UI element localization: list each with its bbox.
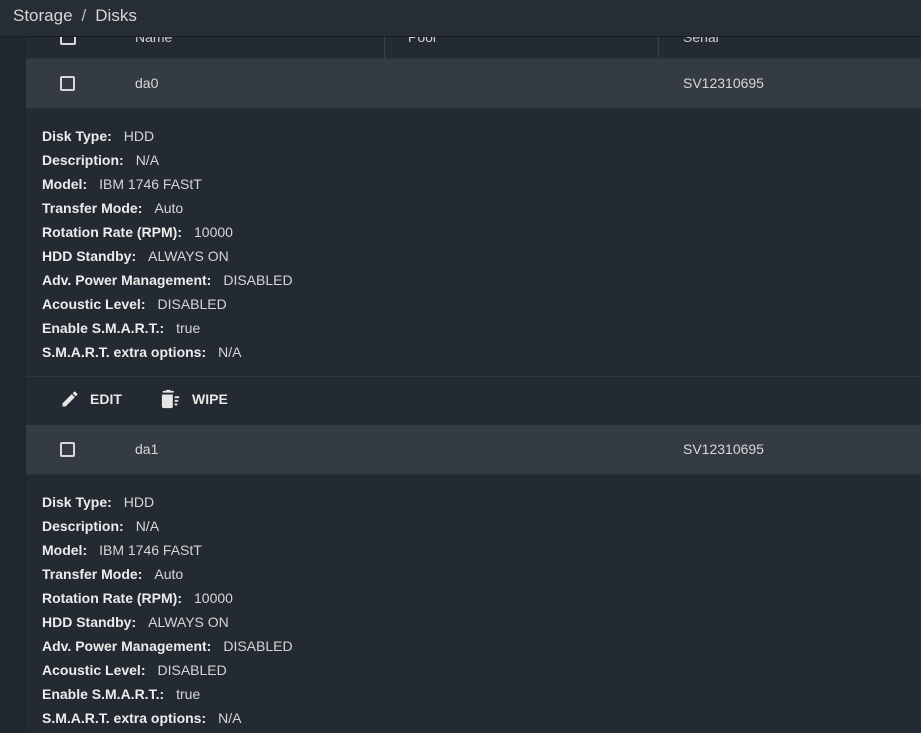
detail-label: Rotation Rate (RPM): <box>42 590 182 606</box>
detail-label: Enable S.M.A.R.T.: <box>42 686 165 702</box>
detail-smart-enable: Enable S.M.A.R.T.: true <box>42 316 912 340</box>
detail-adv-power: Adv. Power Management: DISABLED <box>42 634 912 658</box>
detail-label: Model: <box>42 542 88 558</box>
detail-hdd-standby: HDD Standby: ALWAYS ON <box>42 244 912 268</box>
detail-value: DISABLED <box>223 638 293 654</box>
detail-label: Enable S.M.A.R.T.: <box>42 320 165 336</box>
detail-rotation-rate: Rotation Rate (RPM): 10000 <box>42 586 912 610</box>
detail-label: Adv. Power Management: <box>42 272 212 288</box>
wipe-label: WIPE <box>192 391 228 407</box>
breadcrumb: Storage / Disks <box>13 6 137 26</box>
detail-label: Model: <box>42 176 88 192</box>
detail-value: HDD <box>123 128 155 144</box>
detail-value: DISABLED <box>157 296 227 312</box>
detail-smart-extra: S.M.A.R.T. extra options: N/A <box>42 706 912 730</box>
detail-description: Description: N/A <box>42 514 912 538</box>
detail-label: Acoustic Level: <box>42 296 146 312</box>
breadcrumb-storage[interactable]: Storage <box>13 6 73 26</box>
detail-model: Model: IBM 1746 FAStT <box>42 172 912 196</box>
disk-details: Disk Type: HDD Description: N/A Model: IBM … <box>42 124 912 364</box>
detail-value: Auto <box>154 200 184 216</box>
detail-acoustic: Acoustic Level: DISABLED <box>42 292 912 316</box>
detail-value: ALWAYS ON <box>148 248 229 264</box>
disk-actions: EDIT WIPE <box>26 376 921 425</box>
detail-label: HDD Standby: <box>42 614 137 630</box>
breadcrumb-disks: Disks <box>95 6 137 25</box>
detail-smart-extra: S.M.A.R.T. extra options: N/A <box>42 340 912 364</box>
detail-value: N/A <box>218 344 242 360</box>
detail-value: true <box>176 686 201 702</box>
pencil-icon <box>62 391 78 407</box>
detail-value: 10000 <box>194 224 233 240</box>
column-divider[interactable] <box>658 37 659 58</box>
disk-serial: SV12310695 <box>683 75 764 91</box>
detail-description: Description: N/A <box>42 148 912 172</box>
detail-value: IBM 1746 FAStT <box>99 542 202 558</box>
detail-value: N/A <box>135 152 160 168</box>
detail-label: Disk Type: <box>42 128 112 144</box>
detail-model: Model: IBM 1746 FAStT <box>42 538 912 562</box>
table-row[interactable]: da1 SV12310695 <box>26 425 921 475</box>
table-header: Name Pool Serial <box>26 37 921 59</box>
column-header-name[interactable]: Name <box>135 37 172 45</box>
disk-name: da1 <box>135 441 159 457</box>
detail-label: Adv. Power Management: <box>42 638 212 654</box>
detail-rotation-rate: Rotation Rate (RPM): 10000 <box>42 220 912 244</box>
detail-label: S.M.A.R.T. extra options: <box>42 344 207 360</box>
detail-transfer-mode: Transfer Mode: Auto <box>42 196 912 220</box>
detail-hdd-standby: HDD Standby: ALWAYS ON <box>42 610 912 634</box>
disk-serial: SV12310695 <box>683 441 764 457</box>
detail-value: Auto <box>154 566 184 582</box>
detail-transfer-mode: Transfer Mode: Auto <box>42 562 912 586</box>
detail-label: Transfer Mode: <box>42 566 143 582</box>
detail-value: N/A <box>135 518 160 534</box>
edit-button[interactable]: EDIT <box>60 389 122 409</box>
detail-adv-power: Adv. Power Management: DISABLED <box>42 268 912 292</box>
detail-value: IBM 1746 FAStT <box>99 176 202 192</box>
column-divider[interactable] <box>384 37 385 58</box>
breadcrumb-separator: / <box>81 6 87 25</box>
top-bar: Storage / Disks <box>0 0 921 37</box>
detail-disk-type: Disk Type: HDD <box>42 490 912 514</box>
detail-label: Disk Type: <box>42 494 112 510</box>
row-checkbox[interactable] <box>60 76 75 91</box>
detail-value: DISABLED <box>223 272 293 288</box>
select-all-checkbox[interactable] <box>60 37 76 45</box>
detail-label: HDD Standby: <box>42 248 137 264</box>
detail-value: true <box>176 320 201 336</box>
detail-label: Transfer Mode: <box>42 200 143 216</box>
disk-name: da0 <box>135 75 159 91</box>
detail-value: N/A <box>218 710 242 726</box>
detail-label: S.M.A.R.T. extra options: <box>42 710 207 726</box>
column-header-pool[interactable]: Pool <box>408 37 436 45</box>
detail-value: HDD <box>123 494 155 510</box>
detail-acoustic: Acoustic Level: DISABLED <box>42 658 912 682</box>
wipe-button[interactable]: WIPE <box>160 389 228 409</box>
detail-label: Description: <box>42 152 124 168</box>
edit-label: EDIT <box>90 391 122 407</box>
detail-label: Acoustic Level: <box>42 662 146 678</box>
detail-value: ALWAYS ON <box>148 614 229 630</box>
row-checkbox[interactable] <box>60 442 75 457</box>
detail-smart-enable: Enable S.M.A.R.T.: true <box>42 682 912 706</box>
detail-value: 10000 <box>194 590 233 606</box>
detail-disk-type: Disk Type: HDD <box>42 124 912 148</box>
detail-label: Rotation Rate (RPM): <box>42 224 182 240</box>
column-header-serial[interactable]: Serial <box>683 37 719 45</box>
delete-sweep-icon <box>161 389 180 409</box>
disks-table: Name Pool Serial da0 SV12310695 Disk Typ… <box>26 37 921 733</box>
table-row[interactable]: da0 SV12310695 <box>26 59 921 109</box>
detail-label: Description: <box>42 518 124 534</box>
detail-value: DISABLED <box>157 662 227 678</box>
disk-details: Disk Type: HDD Description: N/A Model: IBM … <box>42 490 912 730</box>
